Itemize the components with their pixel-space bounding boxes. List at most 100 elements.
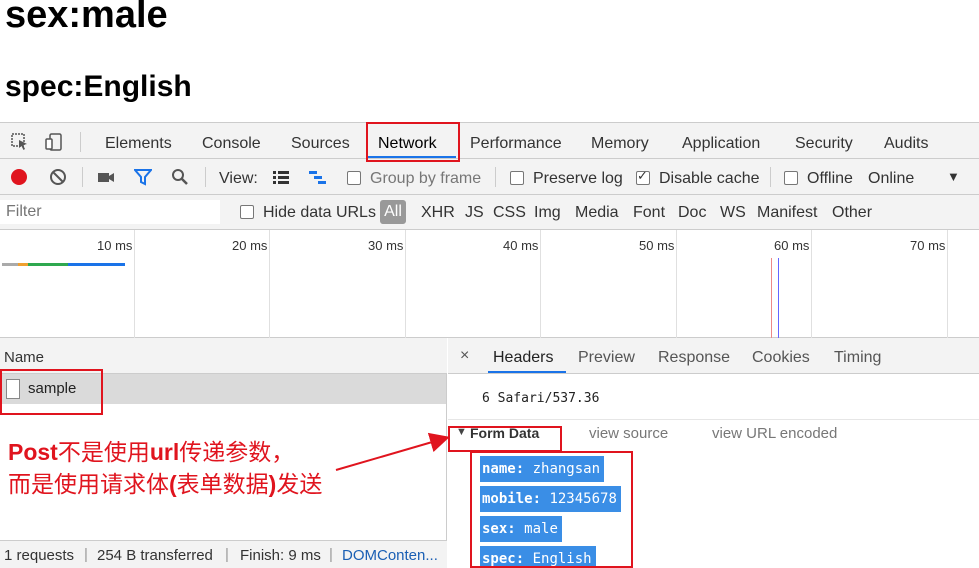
timeline-tick-label: 50 ms [639,238,675,253]
timeline-bar-download [68,263,125,266]
tab-headers[interactable]: Headers [493,349,553,367]
network-tab-highlight-box [366,122,460,162]
filter-type-doc[interactable]: Doc [678,204,706,222]
tab-timing[interactable]: Timing [834,349,881,367]
status-divider: | [84,546,88,563]
status-transferred: 254 B transferred [97,547,213,564]
network-status-bar: 1 requests | 254 B transferred | Finish:… [0,540,447,568]
group-by-frame-label: Group by frame [370,170,482,187]
page-heading-spec: spec:English [5,70,192,103]
timeline-tick-label: 40 ms [503,238,539,253]
clear-icon[interactable] [49,168,67,186]
timeline-gridline [540,230,541,338]
filter-type-img[interactable]: Img [534,204,561,222]
annotation-note: Post不是使用url传递参数， 而是使用请求体(表单数据)发送 [8,437,322,501]
annotation-text: 表单数据 [176,472,269,498]
group-by-frame-checkbox[interactable] [347,171,361,185]
view-label: View: [219,170,258,187]
device-toolbar-icon[interactable] [45,133,63,151]
tab-memory[interactable]: Memory [591,135,649,153]
throttling-dropdown-icon[interactable]: ▼ [947,169,960,184]
status-divider: | [225,546,229,563]
form-data-highlight-box [448,426,562,452]
timeline-tick-label: 10 ms [97,238,133,253]
waterfall-view-icon[interactable] [308,169,326,187]
tab-elements[interactable]: Elements [105,135,172,153]
toolbar-separator [770,167,771,187]
filter-type-css[interactable]: CSS [493,204,526,222]
inspect-element-icon[interactable] [11,133,29,151]
user-agent-tail: 6 Safari/537.36 [482,391,600,406]
offline-checkbox[interactable] [784,171,798,185]
timeline-gridline [269,230,270,338]
network-overview-timeline[interactable]: 10 ms 20 ms 30 ms 40 ms 50 ms 60 ms 70 m… [0,230,979,338]
domcontentloaded-line [778,258,779,338]
timeline-tick-label: 20 ms [232,238,268,253]
throttling-select[interactable]: Online [868,170,914,188]
filter-type-all[interactable]: All [380,200,406,224]
form-values-highlight-box [470,451,633,568]
filter-type-font[interactable]: Font [633,204,665,222]
tab-performance[interactable]: Performance [470,135,562,153]
network-filter-bar: Hide data URLs All XHR JS CSS Img Media … [0,195,979,230]
annotation-line-2: 而是使用请求体(表单数据)发送 [8,469,322,501]
filter-type-manifest[interactable]: Manifest [757,204,817,222]
status-divider: | [329,546,333,563]
hide-data-urls-label: Hide data URLs [263,204,376,221]
devtools-tabbar: Elements Console Sources Network Perform… [0,122,979,159]
name-column-label: Name [4,349,45,366]
filter-icon[interactable] [134,168,152,186]
toolbar-separator [82,167,83,187]
filter-type-js[interactable]: JS [465,204,484,222]
timeline-bar-stalled [18,263,28,266]
list-view-icon[interactable] [272,169,290,187]
tab-preview[interactable]: Preview [578,349,635,367]
active-detail-tab-indicator [488,371,566,373]
annotation-paren: ( [169,471,177,497]
tab-console[interactable]: Console [202,135,261,153]
annotation-text: 不是使用 [57,440,150,466]
disable-cache-checkbox[interactable] [636,168,650,185]
camera-icon[interactable] [97,168,115,186]
timeline-bar-ttfb [28,263,68,266]
toolbar-separator [205,167,206,187]
timeline-tick-label: 60 ms [774,238,810,253]
status-requests: 1 requests [4,547,75,564]
timeline-gridline [676,230,677,338]
annotation-text: 而是使用请求体 [8,472,169,498]
network-toolbar: View: Group by frame Preserve log Disabl… [0,159,979,195]
preserve-log-checkbox[interactable] [510,171,524,185]
status-domcontentloaded: DOMConten... [342,547,438,564]
annotation-url: url [149,439,180,465]
record-icon[interactable] [10,168,28,186]
tab-audits[interactable]: Audits [884,135,928,153]
toolbar-separator [80,132,81,152]
annotation-text: 发送 [276,472,323,498]
page-heading-sex: sex:male [5,0,168,36]
timeline-gridline [947,230,948,338]
detail-tabbar: × Headers Preview Response Cookies Timin… [448,338,979,374]
filter-type-other[interactable]: Other [832,204,872,222]
view-source-link[interactable]: view source [589,425,668,442]
status-finish: Finish: 9 ms [240,547,321,564]
hide-data-urls-checkbox[interactable] [240,205,254,219]
timeline-gridline [134,230,135,338]
timeline-tick-label: 70 ms [910,238,946,253]
search-icon[interactable] [171,168,189,186]
tab-application[interactable]: Application [682,135,760,153]
filter-type-media[interactable]: Media [575,204,619,222]
timeline-tick-label: 30 ms [368,238,404,253]
disable-cache-label: Disable cache [659,170,760,187]
load-event-line [771,258,772,338]
tab-sources[interactable]: Sources [291,135,350,153]
filter-type-xhr[interactable]: XHR [421,204,455,222]
close-icon[interactable]: × [460,347,469,365]
tab-security[interactable]: Security [795,135,853,153]
timeline-gridline [405,230,406,338]
tab-response[interactable]: Response [658,349,730,367]
filter-input[interactable] [0,200,220,224]
filter-type-ws[interactable]: WS [720,204,746,222]
view-url-encoded-link[interactable]: view URL encoded [712,425,837,442]
annotation-line-1: Post不是使用url传递参数， [8,437,322,469]
tab-cookies[interactable]: Cookies [752,349,810,367]
